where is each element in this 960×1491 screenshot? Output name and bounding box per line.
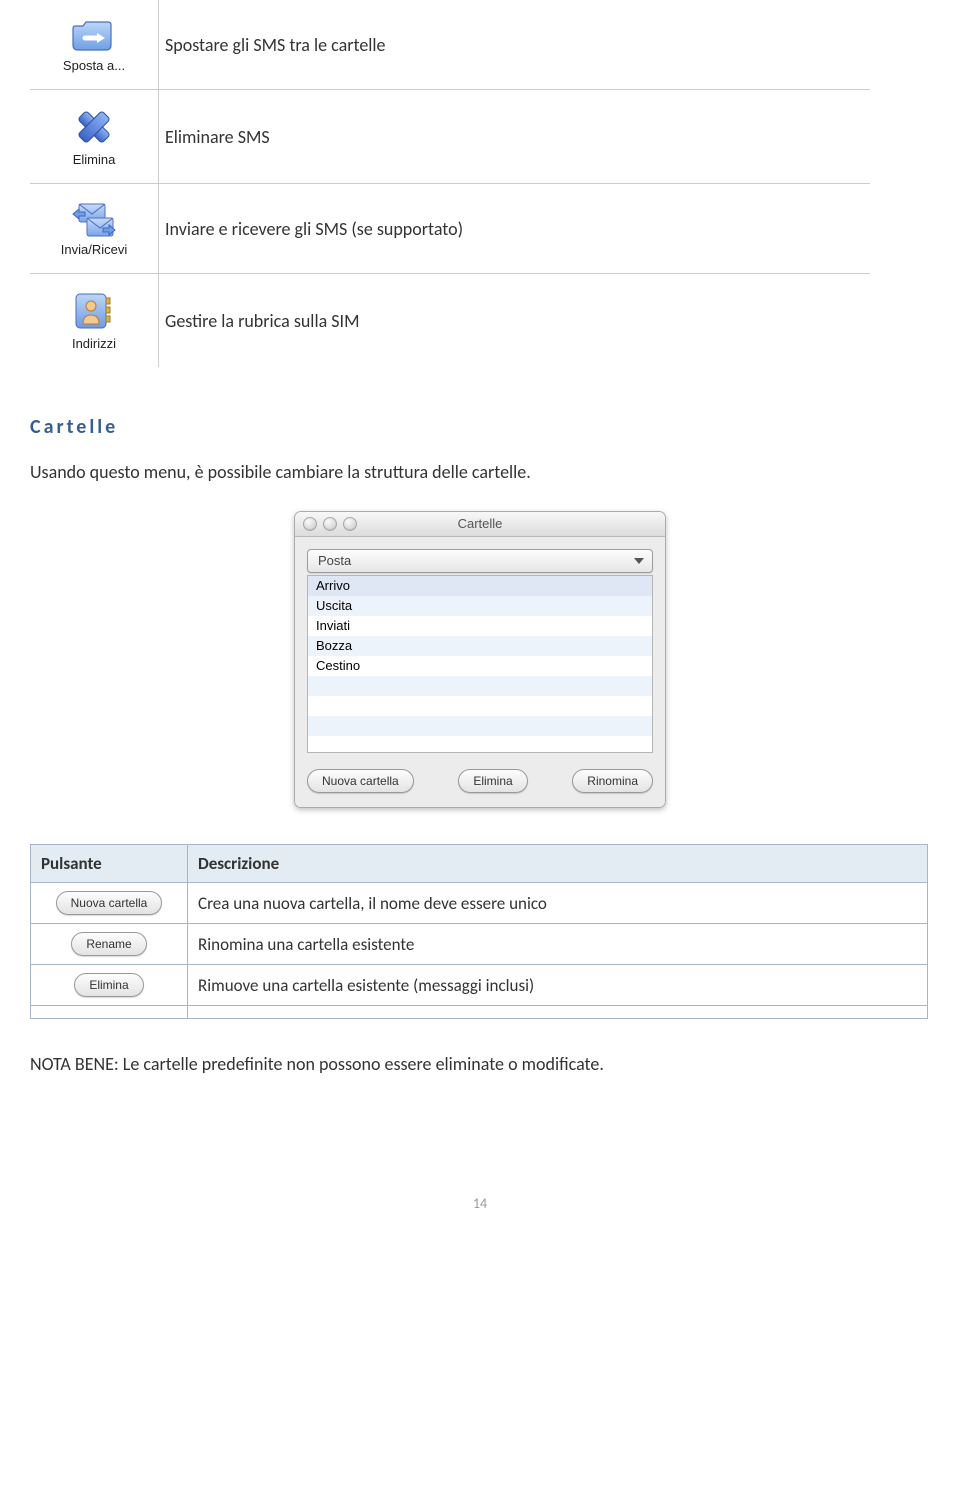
toolbar-desc: Gestire la rubrica sulla SIM (159, 274, 871, 368)
list-item[interactable]: Cestino (308, 656, 652, 676)
toolbar-btn-send-receive[interactable]: Invia/Ricevi (36, 198, 152, 259)
folder-listbox[interactable]: Arrivo Uscita Inviati Bozza Cestino (307, 575, 653, 753)
delete-folder-button[interactable]: Elimina (458, 769, 527, 793)
desc-cell: Crea una nuova cartella, il nome deve es… (188, 883, 928, 924)
folder-move-icon (71, 16, 117, 54)
desc-cell: Rimuove una cartella esistente (messaggi… (188, 965, 928, 1006)
rename-folder-button[interactable]: Rinomina (572, 769, 653, 793)
window-titlebar: Cartelle (295, 512, 665, 537)
new-folder-button[interactable]: Nuova cartella (307, 769, 414, 793)
table-row: Rename Rinomina una cartella esistente (31, 924, 928, 965)
cartelle-window: Cartelle Posta Arrivo Uscita Inviati Boz… (294, 511, 666, 808)
table-header-desc: Descrizione (188, 845, 928, 883)
minimize-icon[interactable] (323, 517, 337, 531)
toolbar-desc: Inviare e ricevere gli SMS (se supportat… (159, 184, 871, 274)
toolbar-desc: Eliminare SMS (159, 90, 871, 184)
table-row: Nuova cartella Crea una nuova cartella, … (31, 883, 928, 924)
list-item[interactable]: Uscita (308, 596, 652, 616)
table-header-button: Pulsante (31, 845, 188, 883)
toolbar-description-table: Sposta a... Spostare gli SMS tra le cart… (30, 0, 870, 367)
section-heading-cartelle: Cartelle (30, 415, 960, 439)
list-item[interactable]: Inviati (308, 616, 652, 636)
toolbar-btn-move[interactable]: Sposta a... (36, 14, 152, 75)
btn-rename[interactable]: Rename (71, 932, 146, 956)
toolbar-desc: Spostare gli SMS tra le cartelle (159, 0, 871, 90)
address-book-icon (72, 290, 116, 332)
btn-nuova-cartella[interactable]: Nuova cartella (56, 891, 163, 915)
button-description-table: Pulsante Descrizione Nuova cartella Crea… (30, 844, 928, 1019)
zoom-icon[interactable] (343, 517, 357, 531)
desc-cell: Rinomina una cartella esistente (188, 924, 928, 965)
window-title: Cartelle (458, 516, 503, 531)
table-row: Elimina Rimuove una cartella esistente (… (31, 965, 928, 1006)
delete-x-icon (73, 106, 115, 148)
mailbox-dropdown[interactable]: Posta (307, 549, 653, 573)
list-item[interactable]: Bozza (308, 636, 652, 656)
toolbar-btn-addresses[interactable]: Indirizzi (36, 288, 152, 353)
list-item[interactable]: Arrivo (308, 576, 652, 596)
send-receive-icon (71, 200, 117, 238)
toolbar-btn-label: Sposta a... (63, 58, 125, 73)
nota-bene: NOTA BENE: Le cartelle predefinite non p… (30, 1053, 960, 1075)
toolbar-btn-label: Invia/Ricevi (61, 242, 127, 257)
section-text: Usando questo menu, è possibile cambiare… (30, 461, 960, 483)
toolbar-btn-delete[interactable]: Elimina (36, 104, 152, 169)
toolbar-btn-label: Indirizzi (72, 336, 116, 351)
close-icon[interactable] (303, 517, 317, 531)
page-number: 14 (0, 1195, 960, 1212)
btn-elimina[interactable]: Elimina (74, 973, 143, 997)
toolbar-btn-label: Elimina (73, 152, 116, 167)
